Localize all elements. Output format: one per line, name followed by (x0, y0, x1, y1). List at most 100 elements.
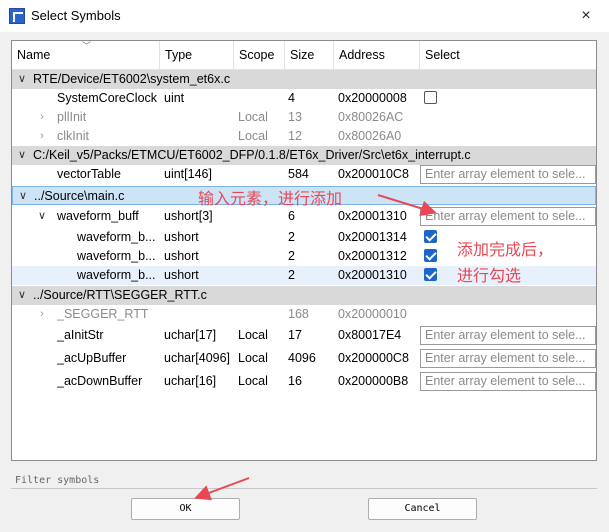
check-annotation-line1: 添加完成后， (457, 242, 554, 259)
symbol-address: 0x20001310 (338, 209, 407, 223)
chevron-down-icon[interactable]: ∨ (16, 70, 28, 89)
file-path: ../Source\main.c (34, 189, 125, 203)
file-path: ../Source/RTT\SEGGER_RTT.c (33, 288, 207, 302)
symbol-size: 12 (288, 129, 302, 143)
symbol-name: waveform_b... (77, 268, 156, 282)
symbol-name: pllInit (57, 110, 87, 124)
sort-arrow-icon: ﹀ (82, 41, 92, 51)
symbol-address: 0x200010C8 (338, 167, 409, 181)
symbol-address: 0x20000008 (338, 91, 407, 105)
close-icon[interactable]: × (563, 0, 609, 32)
symbol-scope: Local (238, 129, 268, 143)
column-select[interactable]: Select (420, 41, 596, 70)
symbol-scope: Local (238, 351, 268, 365)
select-checkbox[interactable] (424, 249, 437, 262)
array-element-input[interactable]: Enter array element to sele... (420, 372, 596, 391)
symbol-size: 2 (288, 249, 295, 263)
chevron-right-icon[interactable]: › (36, 127, 48, 146)
symbol-address: 0x200000C8 (338, 351, 409, 365)
input-annotation: 输入元素，进行添加 (198, 191, 343, 208)
symbol-type: ushort (164, 268, 199, 282)
filter-input[interactable]: Filter symbols (11, 473, 597, 489)
symbol-scope: Local (238, 110, 268, 124)
column-header: Name ﹀ Type Scope Size Address Select (12, 41, 596, 70)
symbol-name: SystemCoreClock (57, 91, 158, 105)
column-scope[interactable]: Scope (234, 41, 285, 70)
symbol-address: 0x20000010 (338, 307, 407, 321)
select-checkbox[interactable] (424, 268, 437, 281)
array-element-input[interactable]: Enter array element to sele... (420, 326, 596, 345)
table-row[interactable]: _aInitStr uchar[17] Local 17 0x80017E4 E… (12, 326, 596, 345)
symbol-scope: Local (238, 328, 268, 342)
symbol-address: 0x20001312 (338, 249, 407, 263)
symbol-address: 0x200000B8 (338, 374, 409, 388)
symbol-type: uchar[17] (164, 328, 217, 342)
symbol-type: ushort[3] (164, 209, 213, 223)
symbol-name: vectorTable (57, 167, 121, 181)
app-icon (9, 8, 25, 24)
select-checkbox[interactable] (424, 230, 437, 243)
title-bar: Select Symbols × (0, 0, 609, 32)
check-annotation-line2: 进行勾选 (457, 268, 522, 285)
ok-button[interactable]: OK (131, 498, 240, 520)
table-row[interactable]: _acDownBuffer uchar[16] Local 16 0x20000… (12, 372, 596, 391)
column-type[interactable]: Type (160, 41, 234, 70)
chevron-down-icon[interactable]: ∨ (16, 286, 28, 305)
symbol-size: 6 (288, 209, 295, 223)
symbol-name: _aInitStr (57, 328, 104, 342)
symbol-name: waveform_b... (77, 230, 156, 244)
table-row[interactable]: vectorTable uint[146] 584 0x200010C8 Ent… (12, 165, 596, 184)
table-row[interactable]: SystemCoreClock uint 4 0x20000008 (12, 89, 596, 108)
symbol-type: uint (164, 91, 185, 105)
chevron-down-icon[interactable]: ∨ (36, 207, 48, 226)
file-path: RTE/Device/ET6002\system_et6x.c (33, 72, 231, 86)
table-row[interactable]: › clkInit Local 12 0x80026A0 (12, 127, 596, 146)
chevron-right-icon[interactable]: › (36, 305, 48, 324)
symbol-address: 0x20001314 (338, 230, 407, 244)
cancel-button[interactable]: Cancel (368, 498, 477, 520)
table-row[interactable]: _acUpBuffer uchar[4096] Local 4096 0x200… (12, 349, 596, 368)
column-name[interactable]: Name ﹀ (12, 41, 160, 70)
symbol-name: _acDownBuffer (57, 374, 143, 388)
symbol-address: 0x80026AC (338, 110, 404, 124)
column-size[interactable]: Size (285, 41, 334, 70)
symbol-scope: Local (238, 374, 268, 388)
file-group-row[interactable]: ∨ C:/Keil_v5/Packs/ETMCU/ET6002_DFP/0.1.… (12, 146, 596, 165)
symbol-size: 2 (288, 230, 295, 244)
chevron-right-icon[interactable]: › (36, 108, 48, 127)
symbol-size: 16 (288, 374, 302, 388)
symbol-address: 0x80026A0 (338, 129, 402, 143)
window-title: Select Symbols (31, 8, 121, 23)
symbol-size: 17 (288, 328, 302, 342)
symbol-name: _acUpBuffer (57, 351, 127, 365)
file-group-row[interactable]: ∨ RTE/Device/ET6002\system_et6x.c (12, 70, 596, 89)
chevron-down-icon[interactable]: ∨ (16, 146, 28, 165)
symbol-name: waveform_b... (77, 249, 156, 263)
table-row[interactable]: ∨ waveform_buff ushort[3] 6 0x20001310 E… (12, 207, 596, 226)
table-row[interactable]: › pllInit Local 13 0x80026AC (12, 108, 596, 127)
symbol-type: ushort (164, 249, 199, 263)
symbol-name: _SEGGER_RTT (57, 307, 149, 321)
symbol-size: 4 (288, 91, 295, 105)
symbol-name: waveform_buff (57, 209, 139, 223)
select-checkbox[interactable] (424, 91, 437, 104)
file-path: C:/Keil_v5/Packs/ETMCU/ET6002_DFP/0.1.8/… (33, 148, 471, 162)
array-element-input[interactable]: Enter array element to sele... (420, 165, 596, 184)
symbol-type: ushort (164, 230, 199, 244)
array-element-input[interactable]: Enter array element to sele... (420, 207, 596, 226)
table-row[interactable]: › _SEGGER_RTT 168 0x20000010 (12, 305, 596, 324)
symbol-type: uchar[4096] (164, 351, 231, 365)
array-element-input[interactable]: Enter array element to sele... (420, 349, 596, 368)
symbol-size: 168 (288, 307, 309, 321)
symbol-name: clkInit (57, 129, 89, 143)
symbol-type: uchar[16] (164, 374, 217, 388)
symbol-size: 4096 (288, 351, 316, 365)
symbol-address: 0x80017E4 (338, 328, 402, 342)
symbol-size: 584 (288, 167, 309, 181)
symbol-size: 2 (288, 268, 295, 282)
file-group-row[interactable]: ∨ ../Source/RTT\SEGGER_RTT.c (12, 286, 596, 305)
symbol-size: 13 (288, 110, 302, 124)
symbol-type: uint[146] (164, 167, 212, 181)
column-address[interactable]: Address (334, 41, 420, 70)
chevron-down-icon[interactable]: ∨ (17, 187, 29, 206)
